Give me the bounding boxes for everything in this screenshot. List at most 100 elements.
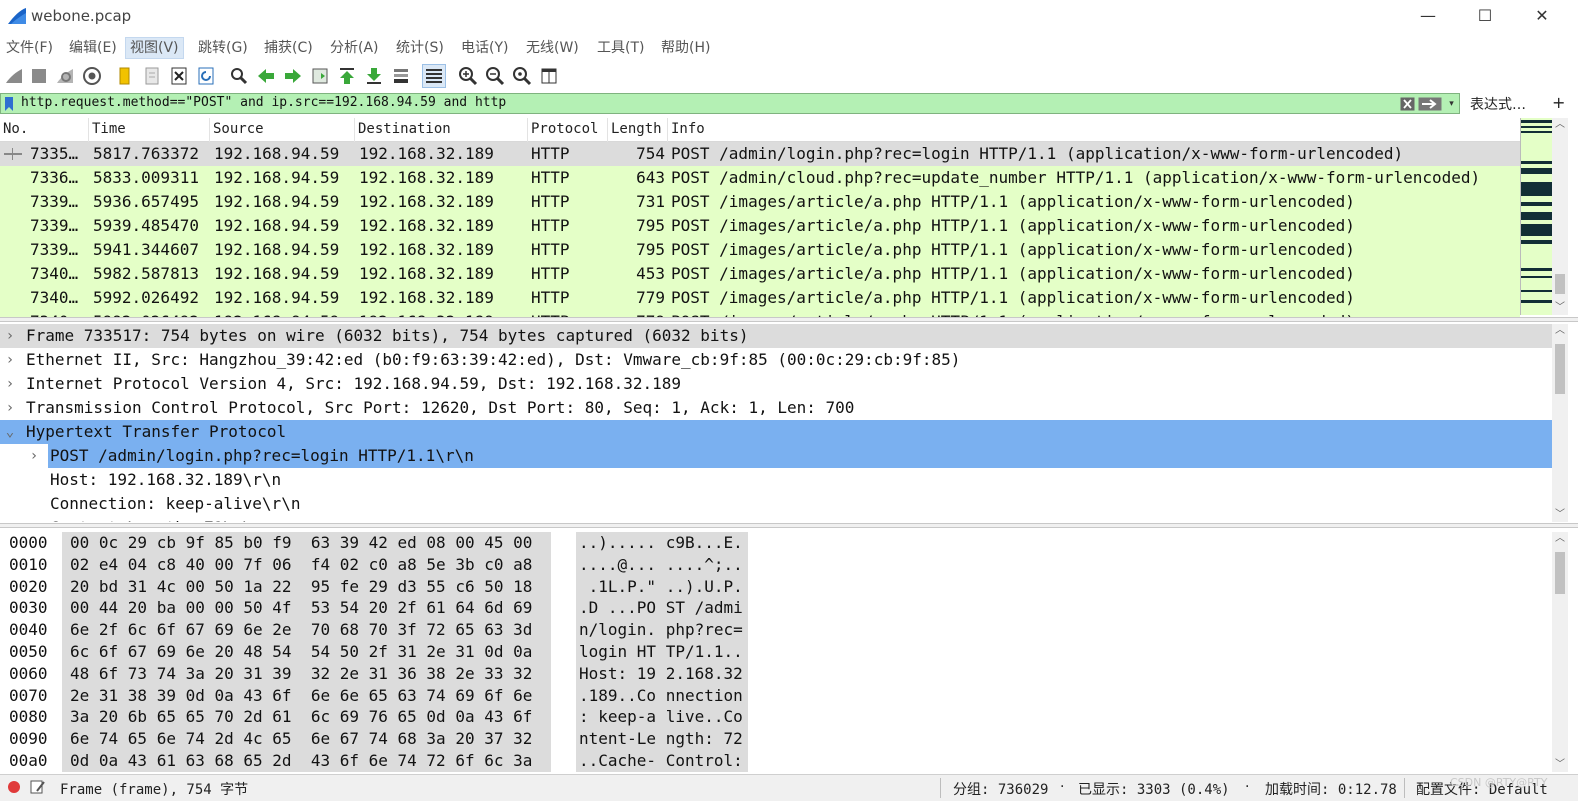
scroll-up-icon[interactable]: ︿ (1552, 532, 1568, 546)
scroll-down-icon[interactable]: ﹀ (1552, 508, 1568, 522)
go-back-icon[interactable] (254, 64, 278, 88)
chevron-right-icon[interactable]: › (3, 348, 17, 372)
column-header-length[interactable]: Length (608, 118, 668, 142)
add-filter-button[interactable]: + (1552, 93, 1565, 112)
clear-filter-icon[interactable] (1400, 97, 1415, 111)
menu-telephony[interactable]: 电话(Y) (457, 37, 512, 59)
menu-help[interactable]: 帮助(H) (657, 37, 714, 59)
packet-row[interactable]: 7339… 5941.344607 192.168.94.59 192.168.32.… (0, 238, 1520, 262)
filter-history-dropdown[interactable]: ▾ (1445, 97, 1458, 111)
menu-tools[interactable]: 工具(T) (593, 37, 648, 59)
menu-statistics[interactable]: 统计(S) (392, 37, 448, 59)
scroll-down-icon[interactable]: ﹀ (1552, 301, 1568, 315)
hex-row[interactable]: 0050 6c 6f 67 69 6e 20 48 54 54 50 2f 31 … (0, 641, 760, 663)
column-header-destination[interactable]: Destination (355, 118, 528, 142)
scroll-up-icon[interactable]: ︿ (1552, 324, 1568, 338)
packet-row[interactable]: 7339… 5939.485470 192.168.94.59 192.168.32.… (0, 214, 1520, 238)
bookmark-icon[interactable] (4, 97, 14, 111)
packet-row[interactable]: 7335… 5817.763372 192.168.94.59 192.168.32.… (0, 142, 1520, 166)
column-header-protocol[interactable]: Protocol (528, 118, 608, 142)
column-header-time[interactable]: Time (89, 118, 210, 142)
chevron-right-icon[interactable]: › (3, 396, 17, 420)
hex-row[interactable]: 0060 48 6f 73 74 3a 20 31 39 32 2e 31 36 … (0, 663, 760, 685)
chevron-down-icon[interactable]: ⌄ (3, 420, 17, 444)
go-last-icon[interactable] (362, 64, 386, 88)
display-filter-value[interactable]: http.request.method=="POST" and ip.src==… (21, 95, 506, 110)
detail-tree-item[interactable]: Host: 192.168.32.189\r\n (0, 468, 1552, 492)
auto-scroll-icon[interactable] (389, 64, 413, 88)
apply-filter-icon[interactable] (1418, 97, 1442, 111)
capture-options-icon[interactable] (80, 64, 104, 88)
detail-tree-item[interactable]: › POST /admin/login.php?rec=login HTTP/1.… (0, 444, 1552, 468)
close-file-icon[interactable] (167, 64, 191, 88)
chevron-right-icon[interactable]: › (3, 324, 17, 348)
menu-analyze[interactable]: 分析(A) (326, 37, 383, 59)
go-forward-icon[interactable] (281, 64, 305, 88)
zoom-normal-icon[interactable] (510, 64, 534, 88)
hex-row[interactable]: 0020 20 bd 31 4c 00 50 1a 22 95 fe 29 d3 … (0, 576, 760, 598)
packet-row[interactable]: 7340… 5982.587813 192.168.94.59 192.168.32.… (0, 262, 1520, 286)
scroll-thumb[interactable] (1555, 274, 1565, 294)
restart-capture-icon[interactable] (53, 64, 77, 88)
scroll-thumb[interactable] (1555, 552, 1565, 594)
packet-row[interactable]: 7340… 5992.026492 192.168.94.59 192.168.32.… (0, 286, 1520, 310)
stop-capture-icon[interactable] (27, 64, 51, 88)
save-file-icon[interactable] (140, 64, 164, 88)
packet-row[interactable]: 7336… 5833.009311 192.168.94.59 192.168.32.… (0, 166, 1520, 190)
menu-capture[interactable]: 捕获(C) (260, 37, 317, 59)
pane-splitter[interactable] (0, 317, 1578, 322)
packet-minimap[interactable] (1520, 118, 1552, 315)
scroll-thumb[interactable] (1555, 344, 1565, 394)
go-to-packet-icon[interactable] (308, 64, 332, 88)
hex-row[interactable]: 0040 6e 2f 6c 6f 67 69 6e 2e 70 68 70 3f … (0, 619, 760, 641)
minimize-button[interactable]: — (1400, 0, 1456, 34)
hex-row[interactable]: 0090 6e 74 65 6e 74 2d 4c 65 6e 67 74 68 … (0, 728, 760, 750)
scroll-up-icon[interactable]: ︿ (1552, 118, 1568, 132)
expression-button[interactable]: 表达式… (1470, 94, 1526, 114)
detail-tree-item[interactable]: Connection: keep-alive\r\n (0, 492, 1552, 516)
hex-row[interactable]: 0030 00 44 20 ba 00 00 50 4f 53 54 20 2f … (0, 597, 760, 619)
detail-tree-item[interactable]: › Transmission Control Protocol, Src Port… (0, 396, 1552, 420)
menu-edit[interactable]: 编辑(E) (65, 37, 121, 59)
find-packet-icon[interactable] (227, 64, 251, 88)
bytes-scrollbar[interactable]: ︿ ﹀ (1552, 532, 1568, 772)
pane-splitter[interactable] (0, 523, 1578, 528)
expert-info-icon[interactable] (7, 780, 21, 794)
menu-wireless[interactable]: 无线(W) (522, 37, 583, 59)
detail-tree-item[interactable]: › Content-Length: 72\r\n (0, 516, 1552, 522)
column-header-source[interactable]: Source (210, 118, 355, 142)
chevron-right-icon[interactable]: › (27, 516, 41, 522)
menu-file[interactable]: 文件(F) (2, 37, 57, 59)
hex-row[interactable]: 0070 2e 31 38 39 0d 0a 43 6f 6e 6e 65 63 … (0, 685, 760, 707)
detail-tree-item[interactable]: › Frame 733517: 754 bytes on wire (6032 b… (0, 324, 1552, 348)
hex-row[interactable]: 00a0 0d 0a 43 61 63 68 65 2d 43 6f 6e 74 … (0, 750, 760, 772)
zoom-in-icon[interactable] (456, 64, 480, 88)
hex-row[interactable]: 0000 00 0c 29 cb 9f 85 b0 f9 63 39 42 ed … (0, 532, 760, 554)
menu-go[interactable]: 跳转(G) (194, 37, 252, 59)
detail-tree-item[interactable]: ⌄ Hypertext Transfer Protocol (0, 420, 1552, 444)
chevron-right-icon[interactable]: › (3, 372, 17, 396)
column-header-no[interactable]: No. (0, 118, 89, 142)
open-file-icon[interactable] (113, 64, 137, 88)
close-button[interactable]: ✕ (1514, 0, 1570, 34)
display-filter-input[interactable]: http.request.method=="POST" and ip.src==… (0, 93, 1460, 114)
start-capture-icon[interactable] (2, 64, 26, 88)
packet-row[interactable]: 7339… 5936.657495 192.168.94.59 192.168.32.… (0, 190, 1520, 214)
resize-columns-icon[interactable] (537, 64, 561, 88)
hex-row[interactable]: 0010 02 e4 04 c8 40 00 7f 06 f4 02 c0 a8 … (0, 554, 760, 576)
reload-file-icon[interactable] (194, 64, 218, 88)
hex-row[interactable]: 0080 3a 20 6b 65 65 70 2d 61 6c 69 76 65 … (0, 706, 760, 728)
colorize-icon[interactable] (422, 64, 446, 88)
capture-comment-icon[interactable] (30, 779, 46, 795)
chevron-right-icon[interactable]: › (27, 444, 41, 468)
scroll-down-icon[interactable]: ﹀ (1552, 758, 1568, 772)
detail-tree-item[interactable]: › Internet Protocol Version 4, Src: 192.1… (0, 372, 1552, 396)
zoom-out-icon[interactable] (483, 64, 507, 88)
details-scrollbar[interactable]: ︿ ﹀ (1552, 324, 1568, 522)
detail-tree-item[interactable]: › Ethernet II, Src: Hangzhou_39:42:ed (b0… (0, 348, 1552, 372)
menu-view[interactable]: 视图(V) (125, 37, 184, 59)
packet-list-scrollbar[interactable]: ︿ ﹀ (1552, 118, 1568, 315)
go-first-icon[interactable] (335, 64, 359, 88)
maximize-button[interactable]: ☐ (1457, 0, 1513, 34)
column-header-info[interactable]: Info (668, 118, 1520, 142)
